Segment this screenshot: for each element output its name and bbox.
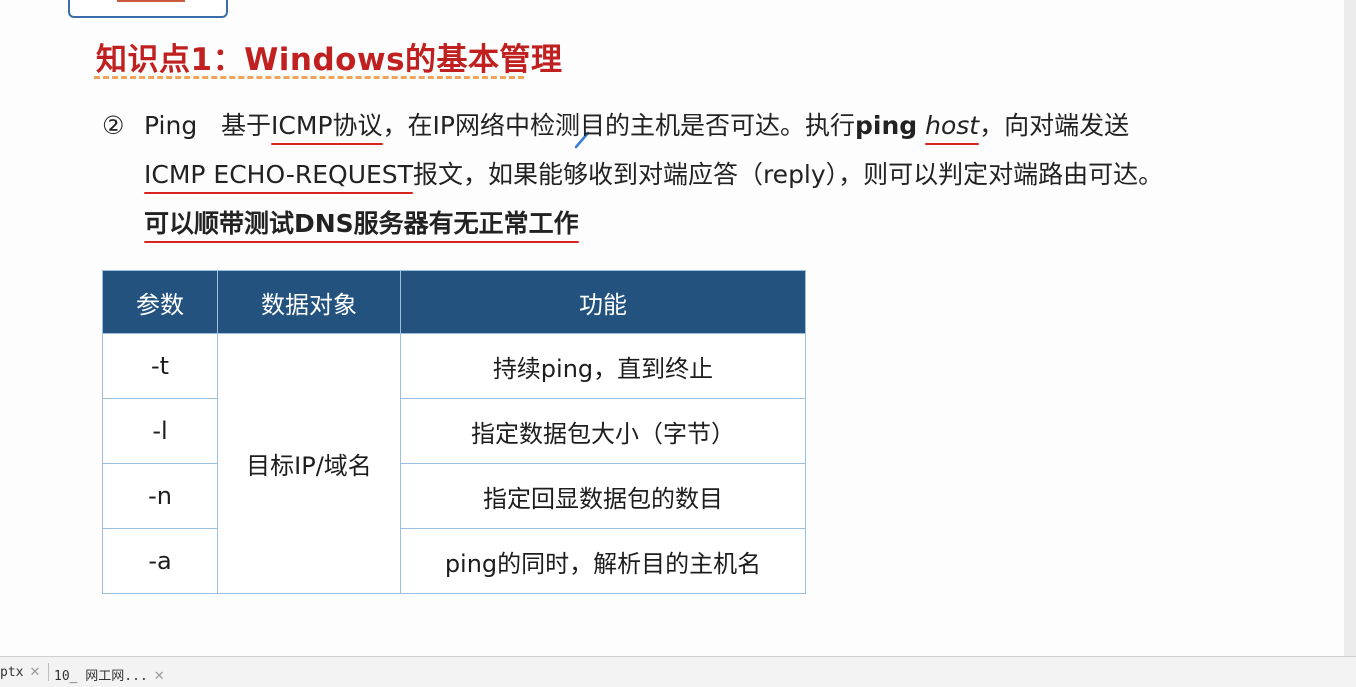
echo-request-text: ICMP ECHO-REQUEST [144,160,413,189]
description-line-1: ② Ping 基于ICMP协议，在IP网络中检测目的主机是否可达。执行ping h… [102,101,1262,150]
close-icon[interactable]: ✕ [29,665,40,680]
param-cell: -l [102,398,218,464]
comma-text: ， [979,111,1005,140]
data-object-cell: 目标IP/域名 [217,333,401,594]
function-cell: 持续ping，直到终止 [400,333,806,399]
ping-parameters-table: 参数 数据对象 功能 -t 目标IP/域名 持续ping，直到终止 -l 指定数… [102,270,806,594]
description-line-2: ICMP ECHO-REQUEST报文，如果能够收到对端应答（reply），则可… [144,150,1262,199]
header-data-object: 数据对象 [217,270,401,334]
dns-test-text: 可以顺带测试DNS服务器有无正常工作 [144,209,579,238]
function-cell: ping的同时，解析目的主机名 [400,528,806,594]
table-row: -t 目标IP/域名 持续ping，直到终止 [102,333,806,594]
slide-thumbnail [68,0,228,18]
param-cell: -t [102,333,218,399]
table-header-row: 参数 数据对象 功能 [102,270,806,334]
send-to-peer-text: 向对端发送 [1004,111,1130,140]
ping-description: ② Ping 基于ICMP协议，在IP网络中检测目的主机是否可达。执行ping h… [102,101,1262,248]
table-row: -a ping的同时，解析目的主机名 [102,528,806,594]
function-cell: 指定回显数据包的数目 [400,463,806,529]
table-row: -n 指定回显数据包的数目 [102,463,806,529]
header-function: 功能 [400,270,806,334]
host-argument: host [925,111,980,140]
reply-text: 报文，如果能够收到对端应答（reply），则可以判定对端路由可达。 [412,160,1164,189]
tab-divider [48,663,49,681]
based-on-text: 基于 [221,111,272,140]
document-tab-bar: ptx ✕ 10_ 网工网... ✕ [0,656,1356,687]
slide-canvas: 知识点1：Windows的基本管理 ② Ping 基于ICMP协议，在IP网络中检… [0,0,1344,656]
tab-pptx[interactable]: ptx ✕ [0,665,40,680]
close-icon[interactable]: ✕ [154,669,165,684]
description-text: ，在IP网络中检测目的主机是否可达。执行 [382,111,855,140]
function-cell: 指定数据包大小（字节） [400,398,806,464]
param-cell: -a [102,528,218,594]
tab-label: 10_ 网工网... [54,669,148,684]
tab-network-engineer[interactable]: 10_ 网工网... ✕ [54,665,165,684]
title-divider [94,76,524,79]
document-icon [117,0,185,2]
ping-term: Ping [144,111,198,140]
header-param: 参数 [102,270,218,334]
ping-command: ping [854,111,918,140]
bullet-number: ② [102,111,125,140]
param-cell: -n [102,463,218,529]
scrollbar-track[interactable] [1344,0,1356,656]
tab-label: ptx [0,665,24,680]
table-row: -l 指定数据包大小（字节） [102,398,806,464]
description-line-3: 可以顺带测试DNS服务器有无正常工作 [144,199,1262,248]
slide-title: 知识点1：Windows的基本管理 [96,42,563,78]
icmp-protocol-text: ICMP协议 [271,111,383,140]
